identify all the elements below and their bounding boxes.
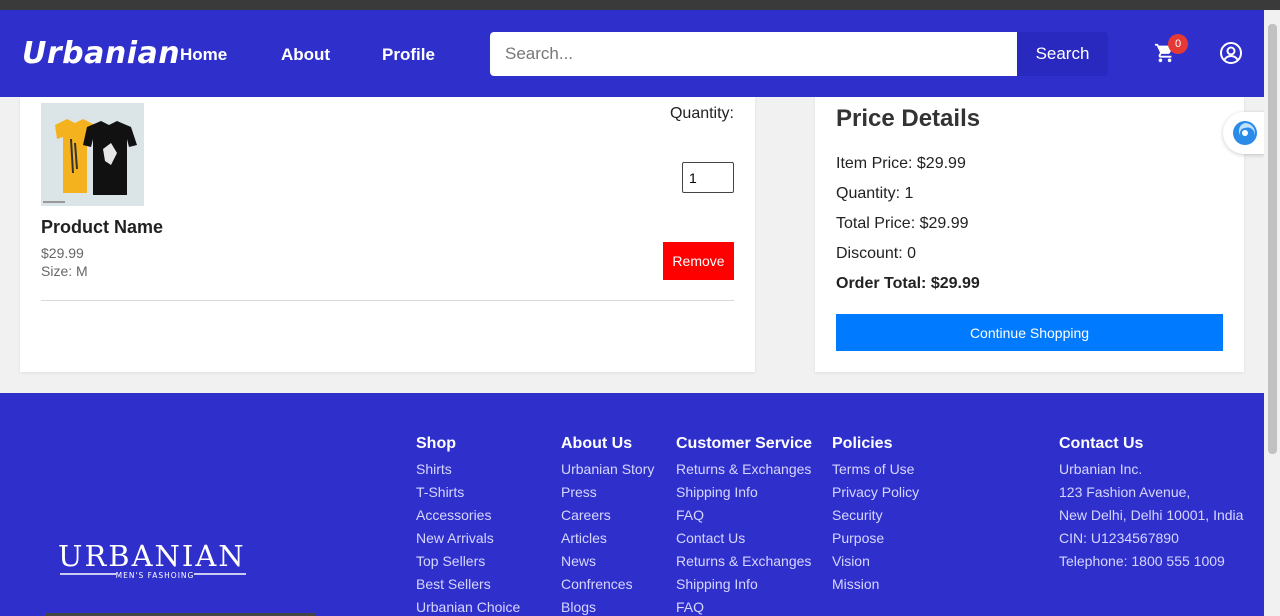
contact-line: 123 Fashion Avenue, <box>1059 484 1191 500</box>
footer-heading-policies: Policies <box>832 435 893 452</box>
total-price: Total Price: $29.99 <box>836 215 969 232</box>
item-price: Item Price: $29.99 <box>836 155 966 172</box>
contact-line: CIN: U1234567890 <box>1059 530 1179 546</box>
footer-brand-logo: URBANIAN MEN'S FASHOING <box>58 539 246 580</box>
footer-heading-about: About Us <box>561 435 633 452</box>
footer-link[interactable]: Urbanian Story <box>561 461 654 484</box>
footer-col-shop: Shop Shirts T-Shirts Accessories New Arr… <box>416 435 520 616</box>
footer: URBANIAN MEN'S FASHOING Shop Shirts T-Sh… <box>0 393 1264 616</box>
price-details-card: Price Details Item Price: $29.99 Quantit… <box>815 97 1244 372</box>
footer-link[interactable]: Articles <box>561 530 654 553</box>
footer-link[interactable]: Blogs <box>561 599 654 616</box>
footer-link[interactable]: Shipping Info <box>676 576 812 599</box>
cart-count-badge: 0 <box>1168 34 1188 54</box>
divider <box>41 300 734 301</box>
footer-link[interactable]: Accessories <box>416 507 520 530</box>
footer-link[interactable]: FAQ <box>676 599 812 616</box>
footer-link[interactable]: FAQ <box>676 507 812 530</box>
product-size: Size: M <box>41 263 88 279</box>
footer-link[interactable]: Terms of Use <box>832 461 919 484</box>
footer-link[interactable]: Vision <box>832 553 919 576</box>
footer-link[interactable]: Contact Us <box>676 530 812 553</box>
footer-brand-tagline: MEN'S FASHOING <box>116 571 195 580</box>
footer-link[interactable]: Shirts <box>416 461 520 484</box>
user-account-icon[interactable] <box>1219 41 1243 65</box>
assistant-widget[interactable] <box>1223 112 1265 154</box>
contact-line: Urbanian Inc. <box>1059 461 1143 477</box>
footer-col-customer-service: Customer Service Returns & Exchanges Shi… <box>676 435 812 616</box>
scrollbar-thumb[interactable] <box>1268 24 1277 454</box>
footer-link[interactable]: Privacy Policy <box>832 484 919 507</box>
quantity-label: Quantity: <box>669 105 734 122</box>
discount: Discount: 0 <box>836 245 917 262</box>
nav-about[interactable]: About <box>281 45 330 65</box>
remove-button[interactable]: Remove <box>663 242 734 280</box>
page-scrollbar[interactable] <box>1264 10 1280 616</box>
footer-col-policies: Policies Terms of Use Privacy Policy Sec… <box>832 435 919 599</box>
contact-line: New Delhi, Delhi 10001, India <box>1059 507 1244 523</box>
product-price: $29.99 <box>41 245 84 261</box>
footer-heading-shop: Shop <box>416 435 456 452</box>
footer-link[interactable]: Shipping Info <box>676 484 812 507</box>
search-input[interactable] <box>490 32 1018 76</box>
footer-link[interactable]: Purpose <box>832 530 919 553</box>
footer-link[interactable]: Security <box>832 507 919 530</box>
search-button[interactable]: Search <box>1017 32 1108 76</box>
price-details-title: Price Details <box>836 105 981 132</box>
footer-link[interactable]: News <box>561 553 654 576</box>
footer-col-about: About Us Urbanian Story Press Careers Ar… <box>561 435 654 616</box>
footer-link[interactable]: Urbanian Choice <box>416 599 520 616</box>
cart-item-card: Product Name $29.99 Size: M Quantity: Re… <box>20 97 755 372</box>
footer-link[interactable]: Press <box>561 484 654 507</box>
product-name[interactable]: Product Name <box>41 217 163 238</box>
nav-home[interactable]: Home <box>180 45 227 65</box>
navbar: Urbanian Home About Profile Search 0 <box>0 10 1264 97</box>
nav-profile[interactable]: Profile <box>382 45 435 65</box>
footer-link[interactable]: Careers <box>561 507 654 530</box>
footer-link[interactable]: New Arrivals <box>416 530 520 553</box>
footer-link[interactable]: Returns & Exchanges <box>676 461 812 484</box>
footer-heading-customer-service: Customer Service <box>676 435 813 452</box>
product-image[interactable] <box>41 103 144 206</box>
quantity-summary: Quantity: 1 <box>836 185 914 202</box>
footer-col-contact: Contact Us Urbanian Inc. 123 Fashion Ave… <box>1059 435 1243 576</box>
order-total: Order Total: $29.99 <box>836 275 980 292</box>
footer-brand-name: URBANIAN <box>58 539 246 573</box>
footer-link[interactable]: T-Shirts <box>416 484 520 507</box>
contact-line: Telephone: 1800 555 1009 <box>1059 553 1225 569</box>
footer-link[interactable]: Returns & Exchanges <box>676 553 812 576</box>
continue-shopping-button[interactable]: Continue Shopping <box>836 314 1223 351</box>
footer-link[interactable]: Top Sellers <box>416 553 520 576</box>
quantity-input[interactable] <box>682 162 734 193</box>
logo[interactable]: Urbanian <box>22 36 180 71</box>
footer-link[interactable]: Mission <box>832 576 919 599</box>
footer-link[interactable]: Best Sellers <box>416 576 520 599</box>
footer-link[interactable]: Confrences <box>561 576 654 599</box>
swirl-icon <box>1233 121 1257 145</box>
browser-top-strip <box>0 0 1280 10</box>
footer-heading-contact: Contact Us <box>1059 435 1144 452</box>
